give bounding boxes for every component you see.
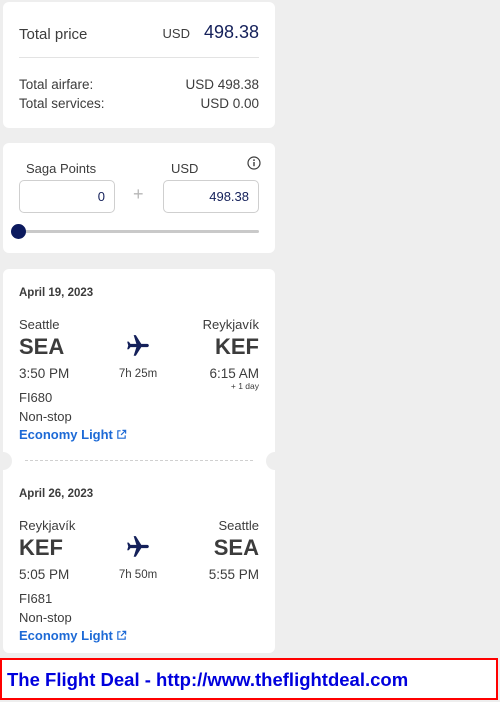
flight-number: FI680 [19,390,53,405]
destination-city: Reykjavík [202,317,259,332]
depart-time: 3:50 PM [19,366,70,381]
saga-points-input[interactable]: 0 [19,180,115,213]
price-summary-card: Total price USD 498.38 Total airfare: US… [3,2,275,128]
origin-city: Reykjavík [19,518,76,533]
airfare-row: Total airfare: USD 498.38 [19,77,259,95]
destination-city: Seattle [218,518,259,533]
usd-label: USD [171,161,199,176]
origin-code: SEA [19,334,65,359]
flight-deal-banner: The Flight Deal - http://www.theflightde… [0,658,498,700]
divider [19,57,259,58]
airfare-value: USD 498.38 [185,77,259,92]
flight-segment-outbound: April 19, 2023 Seattle Reykjavík SEA KEF… [3,269,275,449]
fare-type-label[interactable]: Economy Light [19,628,113,643]
flight-duration: 7h 25m [118,368,158,380]
usd-input[interactable]: 498.38 [163,180,259,213]
services-row: Total services: USD 0.00 [19,96,259,114]
services-label: Total services: [19,96,105,111]
itinerary-card: April 19, 2023 Seattle Reykjavík SEA KEF… [0,269,284,653]
stops-info: Non-stop [19,610,72,625]
banner-text[interactable]: The Flight Deal - http://www.theflightde… [7,669,408,691]
points-slider-handle[interactable] [11,224,26,239]
destination-code: SEA [213,535,259,560]
ticket-notch-right [266,452,284,470]
services-value: USD 0.00 [200,96,259,111]
fare-type-label[interactable]: Economy Light [19,427,113,442]
saga-points-label: Saga Points [26,161,97,176]
points-slider-track[interactable] [19,230,259,233]
total-price-amount: 498.38 [203,22,259,42]
stops-info: Non-stop [19,409,72,424]
flight-segment-return: April 26, 2023 Reykjavík Seattle KEF SEA… [3,470,275,650]
arrive-time: 5:55 PM [208,567,259,582]
flight-duration: 7h 50m [118,569,158,581]
destination-code: KEF [215,334,259,359]
fare-type-link[interactable]: Economy Light [19,427,127,442]
origin-code: KEF [19,535,63,560]
ticket-notch-left [0,452,12,470]
airfare-label: Total airfare: [19,77,94,92]
segment-divider [25,460,253,461]
day-offset: + 1 day [230,381,259,391]
saga-points-card: Saga Points USD 0 + 498.38 [3,143,275,253]
plus-sign: + [133,184,144,204]
external-link-icon [117,630,127,640]
origin-city: Seattle [19,317,60,332]
total-price-row: Total price USD 498.38 [19,22,259,46]
depart-time: 5:05 PM [19,567,70,582]
airplane-icon [127,335,149,356]
total-price-currency: USD [162,26,190,41]
flight-date: April 19, 2023 [19,287,94,299]
arrive-time: 6:15 AM [209,366,259,381]
airplane-icon [127,536,149,557]
external-link-icon [117,429,127,439]
info-icon[interactable] [247,156,261,170]
fare-type-link[interactable]: Economy Light [19,628,127,643]
flight-number: FI681 [19,591,53,606]
total-price-label: Total price [19,26,88,43]
flight-date: April 26, 2023 [19,488,94,500]
